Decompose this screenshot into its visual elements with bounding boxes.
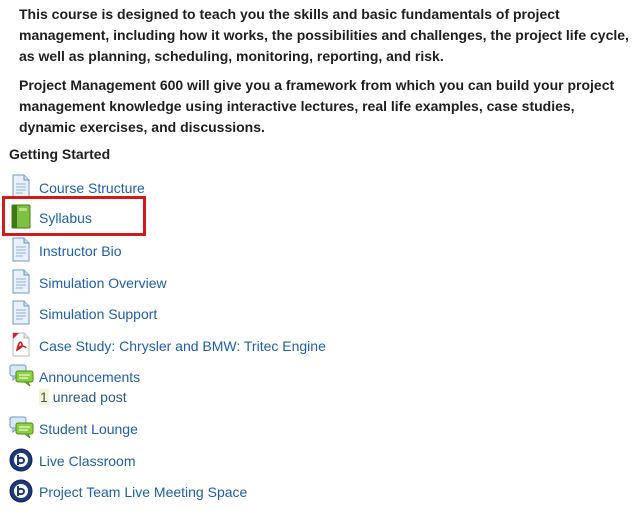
document-icon xyxy=(9,300,33,326)
forum-icon xyxy=(9,415,34,441)
section-title: Getting Started xyxy=(9,146,111,162)
document-icon xyxy=(9,237,33,263)
course-structure-link[interactable]: Course Structure xyxy=(39,180,145,196)
list-item-case-study[interactable]: Case Study: Chrysler and BMW: Tritec Eng… xyxy=(7,332,607,360)
simulation-overview-link[interactable]: Simulation Overview xyxy=(39,275,167,291)
syllabus-highlight-box xyxy=(2,196,146,236)
student-lounge-link[interactable]: Student Lounge xyxy=(39,421,138,437)
live-session-icon xyxy=(9,447,33,473)
list-item-live-classroom[interactable]: Live Classroom xyxy=(7,447,607,475)
list-item-simulation-overview[interactable]: Simulation Overview xyxy=(7,269,607,297)
simulation-support-link[interactable]: Simulation Support xyxy=(39,306,157,322)
intro-paragraph-1: This course is designed to teach you the… xyxy=(19,6,629,64)
intro-paragraph-2: Project Management 600 will give you a f… xyxy=(19,77,615,135)
unread-status[interactable]: 1 unread post xyxy=(39,389,127,405)
list-item-announcements[interactable]: Announcements 1 unread post xyxy=(7,363,607,409)
list-item-project-team-meeting[interactable]: Project Team Live Meeting Space xyxy=(7,478,607,506)
instructor-bio-link[interactable]: Instructor Bio xyxy=(39,243,121,259)
document-icon xyxy=(9,269,33,295)
unread-count: 1 xyxy=(39,389,49,405)
list-item-simulation-support[interactable]: Simulation Support xyxy=(7,300,607,328)
project-team-meeting-link[interactable]: Project Team Live Meeting Space xyxy=(39,484,247,500)
course-description: This course is designed to teach you the… xyxy=(19,4,631,138)
case-study-link[interactable]: Case Study: Chrysler and BMW: Tritec Eng… xyxy=(39,338,326,354)
forum-icon xyxy=(9,363,34,389)
pdf-icon xyxy=(9,332,33,358)
unread-label: unread post xyxy=(52,389,127,405)
list-item-instructor-bio[interactable]: Instructor Bio xyxy=(7,237,607,265)
announcements-link[interactable]: Announcements xyxy=(39,369,140,385)
list-item-student-lounge[interactable]: Student Lounge xyxy=(7,415,607,443)
live-session-icon xyxy=(9,478,33,504)
live-classroom-link[interactable]: Live Classroom xyxy=(39,453,135,469)
